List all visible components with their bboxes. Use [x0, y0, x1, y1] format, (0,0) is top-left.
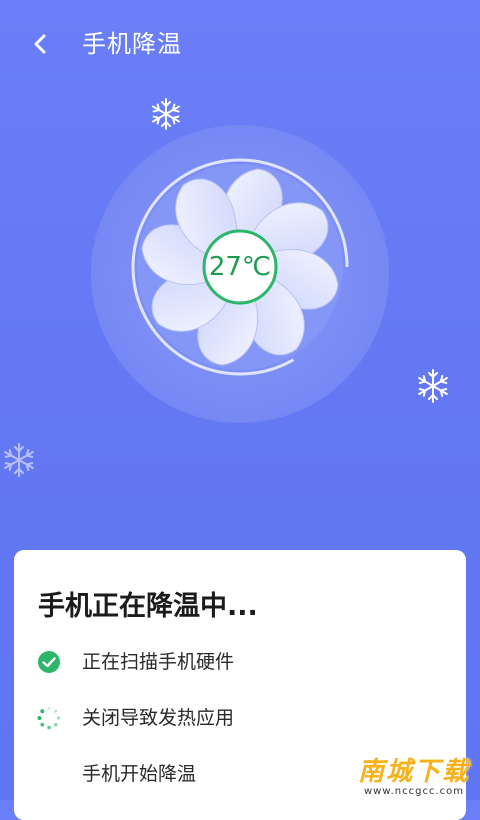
step-label: 关闭导致发热应用	[82, 707, 235, 729]
temperature-readout: 27℃	[208, 252, 272, 282]
chevron-left-icon	[34, 34, 46, 54]
top-bar: 手机降温	[0, 0, 480, 92]
check-circle-icon	[36, 649, 62, 675]
watermark-text: 南城下载	[357, 757, 470, 787]
card-title: 手机正在降温中...	[38, 591, 258, 622]
pending-step-placeholder	[36, 761, 62, 787]
watermark-url: www.nccgcc.com	[363, 786, 464, 797]
step-start-cooling: 手机开始降温	[36, 759, 196, 789]
spinner-icon	[36, 705, 62, 731]
snowflake-icon	[418, 369, 448, 403]
step-label: 手机开始降温	[82, 763, 197, 785]
snowflake-icon	[4, 443, 34, 477]
step-close-hot-apps: 关闭导致发热应用	[36, 703, 234, 733]
step-scan-hardware: 正在扫描手机硬件	[36, 647, 234, 677]
back-button[interactable]	[22, 26, 58, 62]
step-label: 正在扫描手机硬件	[82, 651, 235, 673]
cooling-fan: 27℃	[91, 125, 389, 423]
page-title: 手机降温	[82, 30, 182, 58]
watermark-logo: 南城下载 www.nccgcc.com	[358, 758, 470, 798]
